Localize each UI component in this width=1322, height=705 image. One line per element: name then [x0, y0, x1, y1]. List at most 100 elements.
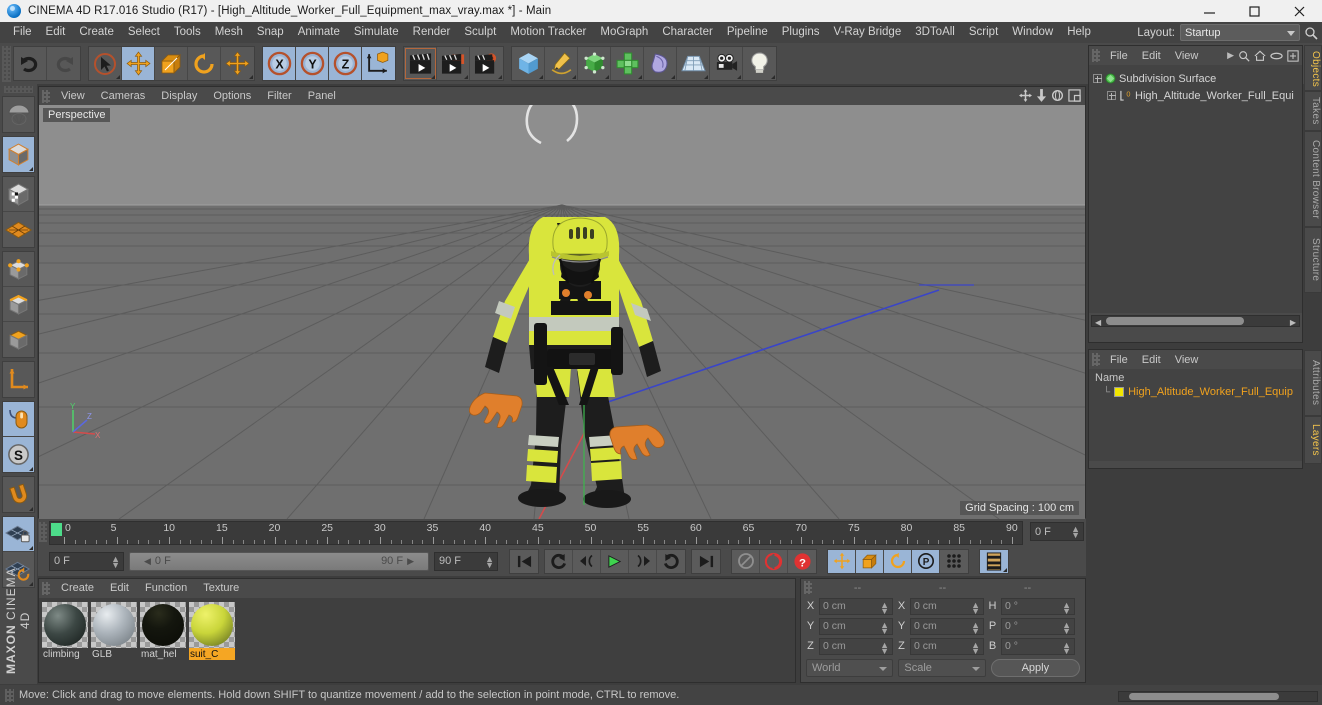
play-backward-button[interactable]: [545, 549, 573, 573]
material-thumbnail[interactable]: [91, 602, 137, 648]
spinner-icon[interactable]: ▲ ▼: [971, 620, 980, 635]
layer-row[interactable]: └ High_Altitude_Worker_Full_Equip: [1093, 386, 1302, 398]
menu-plugins[interactable]: Plugins: [775, 22, 827, 43]
timeline-end-frame-field[interactable]: 90 F ▲ ▼: [434, 551, 498, 571]
viewport-menu-view[interactable]: View: [53, 87, 93, 105]
material-name[interactable]: GLB: [91, 648, 137, 660]
spinner-icon[interactable]: ▲ ▼: [971, 640, 980, 655]
object-tree[interactable]: Subdivision Surface 0 High_Altitude_Work…: [1089, 65, 1302, 313]
play-forward-loop-button[interactable]: [657, 549, 685, 573]
menu-mesh[interactable]: Mesh: [208, 22, 250, 43]
render-to-picture-viewer-button[interactable]: [437, 47, 470, 80]
search-icon[interactable]: [1304, 26, 1318, 40]
material-menu-texture[interactable]: Texture: [195, 579, 247, 597]
object-axis-tool[interactable]: [3, 362, 34, 397]
scale-tool[interactable]: [155, 47, 188, 80]
material-menu-create[interactable]: Create: [53, 579, 102, 597]
workplane-mode-tool[interactable]: [3, 212, 34, 247]
menu-edit[interactable]: Edit: [39, 22, 73, 43]
scale-key-button[interactable]: [856, 549, 884, 573]
menu-snap[interactable]: Snap: [250, 22, 291, 43]
viewport-grip[interactable]: [42, 89, 50, 103]
coord-input-rot-h[interactable]: 0 ° ▲ ▼: [1001, 597, 1075, 615]
layer-color-swatch[interactable]: [1114, 387, 1125, 397]
tab-content-browser[interactable]: Content Browser: [1304, 131, 1322, 227]
tab-layers[interactable]: Layers: [1304, 416, 1322, 464]
coordinate-system-dropdown[interactable]: World: [806, 659, 894, 677]
attribute-manager-menu-edit[interactable]: Edit: [1135, 354, 1168, 366]
maximize-button[interactable]: [1232, 0, 1277, 22]
menu-simulate[interactable]: Simulate: [347, 22, 406, 43]
search-icon[interactable]: [1238, 50, 1250, 62]
object-row-worker[interactable]: 0 High_Altitude_Worker_Full_Equi: [1093, 87, 1302, 104]
object-manager-menu-edit[interactable]: Edit: [1135, 50, 1168, 62]
redo-button[interactable]: [47, 47, 80, 80]
go-to-end-button[interactable]: [692, 549, 720, 573]
coord-input-size-z[interactable]: 0 cm ▲ ▼: [910, 637, 984, 655]
coord-input-pos-z[interactable]: 0 cm ▲ ▼: [819, 637, 893, 655]
viewport-menu-panel[interactable]: Panel: [300, 87, 344, 105]
model-mode-tool[interactable]: [3, 137, 34, 172]
menu-file[interactable]: File: [6, 22, 39, 43]
spinner-icon[interactable]: ▲ ▼: [971, 600, 980, 615]
nurbs-generator-button[interactable]: [578, 47, 611, 80]
range-left-arrow-icon[interactable]: ◀: [144, 556, 151, 567]
maximize-viewport-icon[interactable]: [1068, 89, 1081, 102]
object-manager-hscrollbar[interactable]: ◀ ▶: [1091, 315, 1300, 327]
layer-list[interactable]: Name └ High_Altitude_Worker_Full_Equip: [1089, 369, 1302, 461]
pan-icon[interactable]: [1019, 89, 1032, 102]
menu-vray-bridge[interactable]: V-Ray Bridge: [826, 22, 908, 43]
y-axis-lock-button[interactable]: Y: [296, 47, 329, 80]
material-grip[interactable]: [42, 581, 50, 595]
timeline-grip[interactable]: [39, 522, 47, 542]
scroll-right-arrow-icon[interactable]: ▶: [1290, 318, 1296, 327]
go-to-start-button[interactable]: [510, 549, 538, 573]
material-item[interactable]: GLB: [91, 602, 137, 678]
live-selection-tool[interactable]: [89, 47, 122, 80]
apply-button[interactable]: Apply: [990, 659, 1080, 677]
world-object-coord-button[interactable]: [362, 47, 395, 80]
keyframe-selection-button[interactable]: ?: [788, 549, 816, 573]
tab-objects[interactable]: Objects: [1304, 45, 1322, 91]
material-thumbnail[interactable]: [189, 602, 235, 648]
spinner-icon[interactable]: ▲ ▼: [1062, 620, 1071, 635]
orbit-icon[interactable]: [1051, 89, 1064, 102]
viewport-canvas[interactable]: Y Z X Grid Spacing : 100 cm: [39, 105, 1085, 519]
timeline-layers-button[interactable]: [980, 549, 1008, 573]
menu-mograph[interactable]: MoGraph: [593, 22, 655, 43]
dolly-icon[interactable]: [1036, 89, 1047, 102]
viewport-menu-options[interactable]: Options: [205, 87, 259, 105]
move-tool[interactable]: [122, 47, 155, 80]
material-thumbnail[interactable]: [140, 602, 186, 648]
x-axis-lock-button[interactable]: X: [263, 47, 296, 80]
material-menu-edit[interactable]: Edit: [102, 579, 137, 597]
link-icon[interactable]: [1270, 51, 1283, 61]
scroll-left-arrow-icon[interactable]: ◀: [1095, 318, 1101, 327]
menu-sculpt[interactable]: Sculpt: [457, 22, 503, 43]
coord-input-size-y[interactable]: 0 cm ▲ ▼: [910, 617, 984, 635]
status-bar-grip[interactable]: [5, 688, 14, 702]
viewport[interactable]: View Cameras Display Options Filter Pane…: [38, 86, 1086, 519]
light-button[interactable]: [743, 47, 776, 80]
menu-select[interactable]: Select: [121, 22, 167, 43]
expand-toggle-icon[interactable]: [1093, 74, 1102, 83]
toolbar-grip[interactable]: [2, 45, 11, 82]
timeline-ruler[interactable]: 0 5 10 15 20 25 30 35 40 45 50 55 60 65 70 75 80 85 90: [49, 521, 1023, 545]
timeline-start-frame-field[interactable]: 0 F ▲ ▼: [49, 551, 124, 571]
previous-key-button[interactable]: [573, 549, 601, 573]
edges-mode-tool[interactable]: [3, 287, 34, 322]
spline-pen-button[interactable]: [545, 47, 578, 80]
menu-animate[interactable]: Animate: [291, 22, 347, 43]
tab-structure[interactable]: Structure: [1304, 227, 1322, 293]
spinner-icon[interactable]: ▲ ▼: [1071, 525, 1080, 540]
workplane-lock-tool[interactable]: [3, 517, 34, 552]
play-button[interactable]: [601, 549, 629, 573]
material-thumbnail[interactable]: [42, 602, 88, 648]
z-axis-lock-button[interactable]: Z: [329, 47, 362, 80]
menu-create[interactable]: Create: [72, 22, 121, 43]
position-key-button[interactable]: [828, 549, 856, 573]
polygons-mode-tool[interactable]: [3, 322, 34, 357]
points-mode-tool[interactable]: [3, 252, 34, 287]
range-right-arrow-icon[interactable]: ▶: [407, 556, 414, 567]
spinner-icon[interactable]: ▲ ▼: [111, 554, 120, 569]
